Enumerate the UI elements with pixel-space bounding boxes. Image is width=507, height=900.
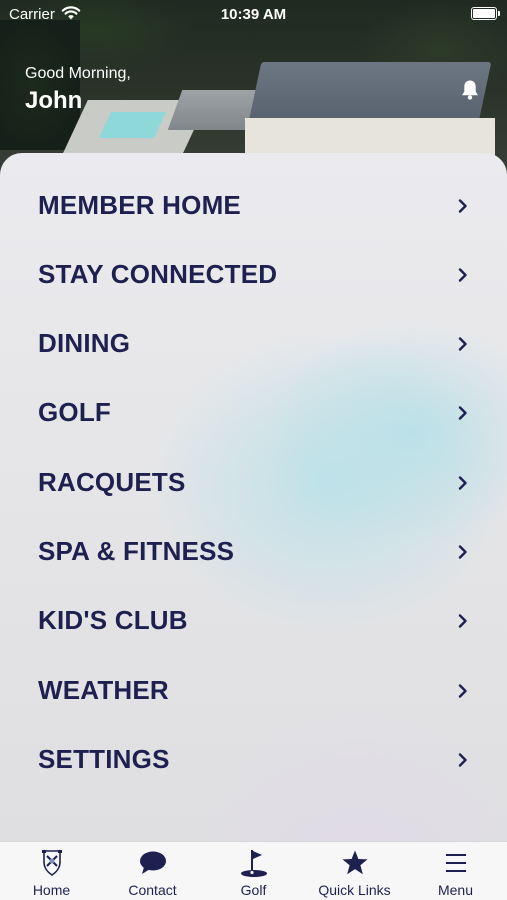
menu-item-label: SETTINGS xyxy=(38,744,170,774)
menu-item-dining[interactable]: DINING xyxy=(0,309,507,378)
menu-item-label: SPA & FITNESS xyxy=(38,536,235,566)
chevron-right-icon xyxy=(458,475,467,490)
greeting-text: Good Morning, xyxy=(25,65,131,82)
crest-icon xyxy=(42,850,62,876)
chevron-right-icon xyxy=(458,267,467,282)
clubhouse-facade xyxy=(245,118,495,158)
chevron-right-icon xyxy=(458,198,467,213)
chevron-right-icon xyxy=(458,405,467,420)
menu-item-label: WEATHER xyxy=(38,675,169,705)
menu-item-kids-club[interactable]: KID'S CLUB xyxy=(0,586,507,655)
menu-item-label: MEMBER HOME xyxy=(38,190,241,220)
hamburger-menu-icon xyxy=(446,854,466,872)
tab-label: Golf xyxy=(240,882,267,898)
menu-item-label: GOLF xyxy=(38,397,112,427)
menu-item-weather[interactable]: WEATHER xyxy=(0,656,507,725)
main-menu-panel: MEMBER HOME STAY CONNECTED DINING GOLF R… xyxy=(0,153,507,843)
chevron-right-icon xyxy=(458,613,467,628)
menu-item-stay-connected[interactable]: STAY CONNECTED xyxy=(0,240,507,309)
tab-home[interactable]: Home xyxy=(1,842,102,900)
clubhouse-roof xyxy=(248,62,492,122)
tab-menu[interactable]: Menu xyxy=(405,842,506,900)
menu-item-settings[interactable]: SETTINGS xyxy=(0,725,507,794)
menu-item-label: STAY CONNECTED xyxy=(38,259,278,289)
tab-label: Menu xyxy=(437,882,474,898)
chevron-right-icon xyxy=(458,752,467,767)
status-time: 10:39 AM xyxy=(220,6,287,23)
tab-golf[interactable]: Golf xyxy=(203,842,304,900)
chevron-right-icon xyxy=(458,683,467,698)
user-name: John xyxy=(25,87,83,114)
status-bar: Carrier 10:39 AM xyxy=(0,0,507,28)
chevron-right-icon xyxy=(458,336,467,351)
menu-item-label: RACQUETS xyxy=(38,467,186,497)
chevron-right-icon xyxy=(458,544,467,559)
menu-item-label: KID'S CLUB xyxy=(38,605,188,635)
chat-bubble-icon xyxy=(140,851,166,874)
golf-flag-icon xyxy=(241,850,267,877)
greeting-block: Good Morning, John xyxy=(25,65,131,115)
menu-item-label: DINING xyxy=(38,328,131,358)
tab-contact[interactable]: Contact xyxy=(102,842,203,900)
battery-icon xyxy=(471,7,500,20)
bottom-tab-bar: Home Contact Golf Quick Links Menu xyxy=(0,841,507,900)
tab-quick-links[interactable]: Quick Links xyxy=(304,842,405,900)
menu-item-golf[interactable]: GOLF xyxy=(0,378,507,447)
menu-item-member-home[interactable]: MEMBER HOME xyxy=(0,171,507,240)
tab-label: Contact xyxy=(128,882,177,898)
star-icon xyxy=(342,850,368,875)
tab-label: Home xyxy=(32,882,71,898)
tab-label: Quick Links xyxy=(318,882,391,898)
menu-item-racquets[interactable]: RACQUETS xyxy=(0,448,507,517)
bell-icon[interactable] xyxy=(458,78,482,102)
menu-item-spa-fitness[interactable]: SPA & FITNESS xyxy=(0,517,507,586)
